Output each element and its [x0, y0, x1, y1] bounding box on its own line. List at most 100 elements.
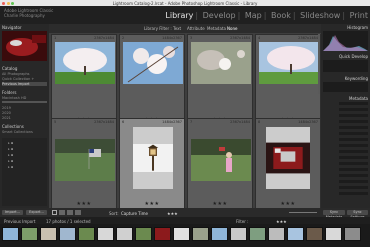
keywording-header[interactable]: Keywording	[345, 76, 368, 81]
import-button[interactable]: Import...	[2, 210, 23, 215]
star-rating[interactable]: ★★★	[120, 201, 184, 207]
module-book[interactable]: Book	[271, 11, 291, 20]
filmstrip-thumb[interactable]	[325, 227, 342, 241]
filmstrip-thumb[interactable]	[173, 227, 190, 241]
loupe-view-icon[interactable]	[59, 210, 65, 215]
star-rating[interactable]: ★★★	[188, 201, 252, 207]
filmstrip-thumb[interactable]	[59, 227, 76, 241]
collection-tree-item[interactable]: ▸ ▪	[8, 147, 13, 151]
module-develop[interactable]: Develop	[203, 11, 236, 20]
left-panel: Navigator Catalog All Photographs Quick …	[0, 24, 49, 208]
toolbar-star-rating[interactable]: ★★★	[167, 211, 178, 216]
navigator-thumb	[2, 31, 47, 61]
keyword-tags-field[interactable]	[323, 82, 368, 92]
filmstrip-source[interactable]: Previous Import	[4, 219, 35, 224]
grid-cell[interactable]: 7 2367x1484 ★★★	[187, 118, 253, 213]
filmstrip-thumb[interactable]	[40, 227, 57, 241]
star-rating[interactable]: ★★★	[52, 201, 116, 207]
filmstrip-thumb[interactable]	[21, 227, 38, 241]
filmstrip-thumb[interactable]	[97, 227, 114, 241]
filmstrip-thumb[interactable]	[306, 227, 323, 241]
module-print[interactable]: Print	[350, 11, 368, 20]
filmstrip-thumb[interactable]	[78, 227, 95, 241]
grid-cell[interactable]: 8 1484x2367 ★★★	[255, 118, 321, 213]
single-blossom-thumb[interactable]	[191, 42, 251, 84]
histogram-graph	[323, 31, 368, 51]
grid-view-icon[interactable]	[52, 210, 57, 215]
filmstrip-thumb[interactable]	[192, 227, 209, 241]
cell-index: 6	[122, 120, 125, 124]
filmstrip-thumb[interactable]	[154, 227, 171, 241]
cherry-blossom-tree-thumb[interactable]	[55, 42, 115, 84]
white-blossoms-thumb[interactable]	[123, 42, 183, 84]
collection-smart[interactable]: Smart Collections	[2, 130, 33, 134]
metadata-header[interactable]: Metadata	[349, 96, 368, 101]
grid-cell[interactable]: 5 2367x1484 ★★★	[51, 118, 117, 213]
sort-value[interactable]: Capture Time	[121, 211, 148, 216]
catalog-all-photographs[interactable]: All Photographs	[2, 72, 30, 76]
grid-cell[interactable]: 4 2367x1484 ★★★	[255, 34, 321, 129]
folder-2021[interactable]: 2021	[2, 116, 11, 120]
filter-bar-label: Library Filter :	[144, 26, 172, 31]
sort-label: Sort:	[109, 210, 119, 216]
library-filter-bar: Library Filter : Text Attribute Metadata…	[49, 24, 321, 33]
us-flag-lawn-thumb[interactable]	[55, 139, 115, 181]
survey-view-icon[interactable]	[75, 210, 81, 215]
folders-header[interactable]: Folders	[2, 90, 16, 95]
filmstrip-thumb[interactable]	[211, 227, 228, 241]
folder-2019[interactable]: 2019	[2, 106, 11, 110]
navigator-preview[interactable]	[2, 31, 47, 61]
collections-list: ▸ ▪ ▸ ▪ ▸ ▪ ▸ ▪ ▸ ▪	[2, 138, 47, 206]
blossom-tree-field-thumb[interactable]	[259, 42, 319, 84]
filter-text-tab[interactable]: Text	[173, 26, 181, 31]
grid-cell[interactable]: 2 1484x2367 ★★★	[119, 34, 185, 129]
module-map[interactable]: Map	[245, 11, 262, 20]
star-rating[interactable]: ★★★	[256, 201, 320, 207]
filmstrip-stars[interactable]: ★★★	[276, 219, 287, 224]
filmstrip-thumb[interactable]	[268, 227, 285, 241]
collection-tree-item[interactable]: ▸ ▪	[8, 153, 13, 157]
filter-none-tab[interactable]: None	[227, 26, 237, 31]
collections-header[interactable]: Collections	[2, 124, 24, 129]
filmstrip-thumb[interactable]	[344, 227, 361, 241]
catalog-header[interactable]: Catalog	[2, 66, 17, 71]
catalog-quick-collection[interactable]: Quick Collection +	[2, 77, 34, 81]
identity-line-2: Charlie Photography	[4, 12, 45, 18]
grid-scrollbar[interactable]	[318, 34, 320, 94]
catalog-previous-import[interactable]: Previous Import	[2, 82, 47, 86]
filmstrip-thumb[interactable]	[249, 227, 266, 241]
navigator-header[interactable]: Navigator	[2, 25, 22, 30]
filmstrip-thumb[interactable]	[116, 227, 133, 241]
folder-2020[interactable]: 2020	[2, 111, 11, 115]
module-library[interactable]: Library	[165, 11, 193, 20]
filter-attribute-tab[interactable]: Attribute	[187, 26, 205, 31]
lantern-post-thumb[interactable]	[133, 127, 173, 189]
module-picker: Library | Develop | Map | Book | Slideshow | …	[165, 11, 368, 20]
folder-volume[interactable]: Macintosh HD	[2, 96, 26, 100]
collection-tree-item[interactable]: ▸ ▪	[8, 159, 13, 163]
grid-cell[interactable]: 1 2367x1484 ★★★	[51, 34, 117, 129]
quick-develop-header[interactable]: Quick Develop	[339, 54, 368, 59]
module-slideshow[interactable]: Slideshow	[300, 11, 340, 20]
sync-metadata-button[interactable]: Sync Metadata	[323, 210, 345, 219]
collection-tree-item[interactable]: ▸ ▪	[8, 165, 13, 169]
cell-dimensions: 2367x1484	[94, 120, 114, 124]
grid-cell-selected[interactable]: 6 1484x2367 ★★★	[119, 118, 185, 213]
cell-dimensions: 1484x2367	[162, 36, 182, 40]
quick-develop-controls[interactable]	[323, 60, 368, 72]
sync-settings-button[interactable]: Sync Settings	[347, 210, 368, 219]
left-panel-buttons: Import... Export...	[0, 208, 49, 217]
filmstrip-thumb[interactable]	[287, 227, 304, 241]
histogram-header[interactable]: Histogram	[347, 25, 368, 30]
child-with-flag-thumb[interactable]	[191, 139, 251, 181]
filmstrip-thumb[interactable]	[135, 227, 152, 241]
red-truck-grille-thumb[interactable]	[266, 127, 310, 189]
export-button[interactable]: Export...	[26, 210, 47, 215]
compare-view-icon[interactable]	[67, 210, 73, 215]
filter-metadata-tab[interactable]: Metadata	[207, 26, 226, 31]
grid-cell[interactable]: 3 2367x1484 ★★★	[187, 34, 253, 129]
thumbnail-size-slider[interactable]	[289, 212, 317, 213]
filmstrip-thumb[interactable]	[2, 227, 19, 241]
filmstrip-thumb[interactable]	[230, 227, 247, 241]
collection-tree-item[interactable]: ▸ ▪	[8, 141, 13, 145]
